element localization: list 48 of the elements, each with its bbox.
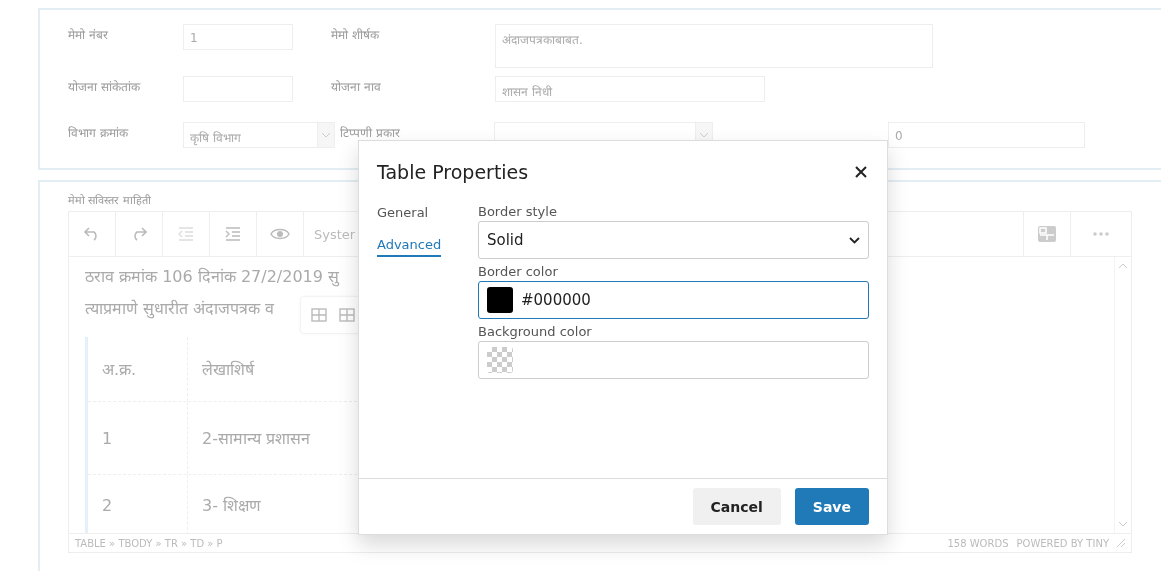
field-label: योजना नाव [331,79,382,95]
field-label: Border style [478,204,558,219]
branding-link[interactable]: POWERED BY TINY [1016,537,1109,549]
field-label: योजना सांकेतांक [68,79,142,95]
dropdown-field[interactable]: Solid [478,221,869,259]
table-cell: अ.क्र. [88,337,189,401]
table-layout-icon[interactable] [1038,226,1056,242]
save-button[interactable]: Save [794,488,869,525]
close-icon [855,166,867,178]
field-label: मेमो नंबर [68,27,109,43]
resize-handle-icon[interactable] [1117,539,1125,547]
table-cell: 2 [88,475,189,533]
eye-icon[interactable] [270,227,290,241]
textarea-field[interactable]: अंदाजपत्रकाबाबत. [495,24,933,68]
word-count: 158 WORDS [947,537,1009,549]
field-label: Background color [478,324,593,339]
table-props-icon[interactable] [339,308,355,322]
chevron-down-icon[interactable] [1119,522,1127,527]
indent-icon[interactable] [225,227,241,241]
paragraph-text: ठराव क्रमांक 106 दिनांक 27/2/2019 सु [85,266,339,289]
paragraph-text: त्याप्रमाणे सुधारीत अंदाजपत्रक व [85,298,275,321]
input-field[interactable]: 1 [183,24,293,50]
dialog-tab[interactable]: Advanced [377,237,442,257]
chevron-down-icon [849,236,860,244]
redo-icon[interactable] [131,227,147,241]
undo-icon[interactable] [84,227,100,241]
color-swatch[interactable] [487,287,513,313]
close-button[interactable] [853,164,869,180]
dialog-title: Table Properties [377,161,529,183]
chevron-up-icon[interactable] [1119,263,1127,268]
chevron-down-icon [700,132,708,138]
input-field[interactable]: शासन निधी [495,76,765,102]
chevron-down-icon [322,132,330,138]
color-input-field[interactable] [478,341,869,379]
cancel-button[interactable]: Cancel [692,488,781,525]
more-icon[interactable] [1093,232,1109,236]
dropdown-field[interactable]: कृषि विभाग [183,122,335,148]
editor-label: मेमो सविस्तर माहिती [68,193,152,207]
table-icon[interactable] [311,308,327,322]
input-field[interactable]: 0 [888,122,1085,148]
field-label: विभाग क्रमांक [68,125,130,141]
field-label: Border color [478,264,559,279]
element-path: TABLE » TBODY » TR » TD » P [75,537,223,549]
table-cell: 1 [88,402,189,474]
field-label: टिप्पणी प्रकार [340,125,401,141]
field-label: मेमो शीर्षक [331,27,381,43]
color-input-field[interactable]: #000000 [478,281,869,319]
dialog-tab[interactable]: General [377,205,429,225]
